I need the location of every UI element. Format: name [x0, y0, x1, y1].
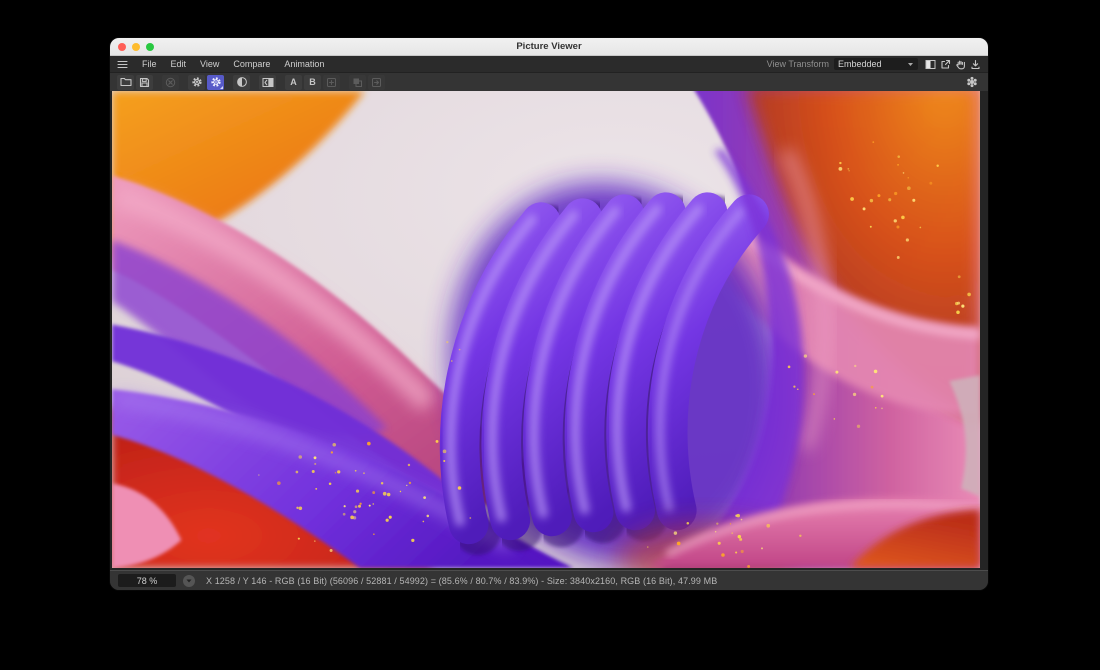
zoom-level-field[interactable]: 78 % [118, 574, 176, 587]
display-filter-settings-button[interactable] [207, 75, 224, 90]
version-a-button[interactable]: A [285, 75, 302, 90]
compare-ab-image-button[interactable] [259, 75, 276, 90]
picture-viewer-window: Picture Viewer File Edit View Compare An… [110, 38, 988, 590]
menu-animation[interactable]: Animation [277, 59, 331, 69]
zoom-dropdown-button[interactable] [183, 575, 195, 587]
view-transform-value: Embedded [838, 59, 882, 69]
menu-edit[interactable]: Edit [164, 59, 194, 69]
save-image-button[interactable] [136, 75, 153, 90]
chevron-down-icon [907, 62, 914, 67]
new-window-icon[interactable] [939, 58, 951, 70]
window-title: Picture Viewer [110, 41, 988, 52]
image-settings-button[interactable] [188, 75, 205, 90]
chevron-down-icon [186, 579, 192, 583]
render-settings-icon[interactable] [963, 75, 980, 90]
open-image-button[interactable] [117, 75, 134, 90]
copy-image-button [349, 75, 366, 90]
dock-icon[interactable] [969, 58, 981, 70]
compare-link-button [323, 75, 340, 90]
menubar-right-icons [924, 58, 981, 70]
menu-view[interactable]: View [193, 59, 226, 69]
navigate-forward-button [368, 75, 385, 90]
menu-bar: File Edit View Compare Animation View Tr… [110, 56, 988, 73]
status-bar: 78 % X 1258 / Y 146 - RGB (16 Bit) (5609… [110, 570, 988, 590]
desktop-background: Picture Viewer File Edit View Compare An… [0, 0, 1100, 670]
status-info: X 1258 / Y 146 - RGB (16 Bit) (56096 / 5… [206, 576, 717, 586]
toolbar: A B [110, 73, 988, 91]
window-titlebar[interactable]: Picture Viewer [110, 38, 988, 56]
split-view-icon[interactable] [924, 58, 936, 70]
menu-file[interactable]: File [135, 59, 164, 69]
menu-compare[interactable]: Compare [226, 59, 277, 69]
version-b-button[interactable]: B [304, 75, 321, 90]
image-canvas-area [110, 91, 988, 570]
view-transform-label: View Transform [767, 59, 829, 69]
stop-render-button [162, 75, 179, 90]
contrast-button[interactable] [233, 75, 250, 90]
view-transform-dropdown[interactable]: Embedded [834, 58, 918, 70]
rendered-image[interactable] [112, 91, 980, 568]
hamburger-menu-icon[interactable] [117, 60, 128, 69]
pan-hand-icon[interactable] [954, 58, 966, 70]
